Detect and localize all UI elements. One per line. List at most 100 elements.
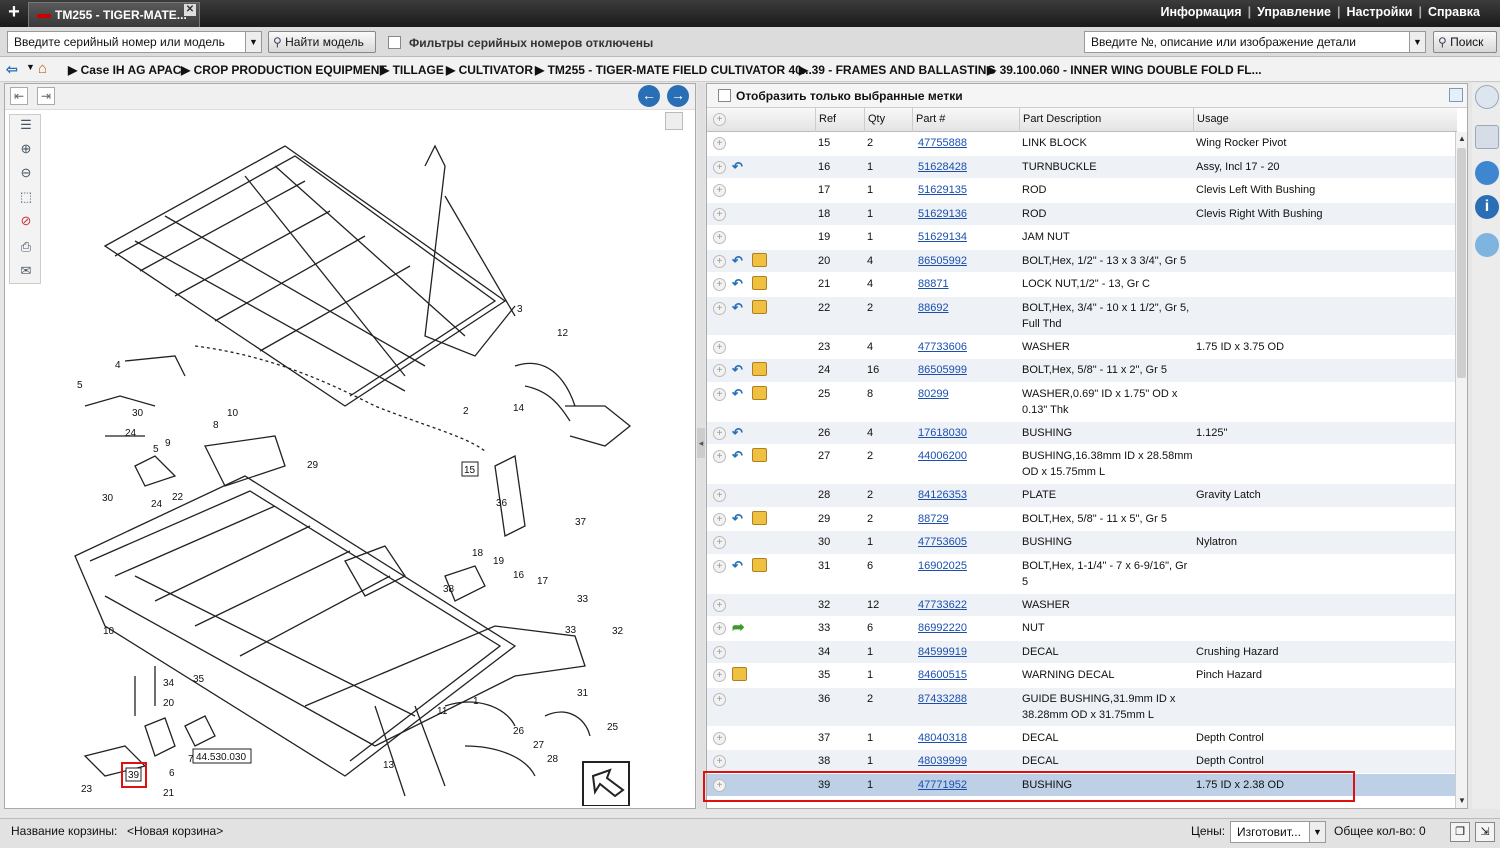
breadcrumb-item[interactable]: ▶ CULTIVATOR: [446, 63, 533, 77]
substitute-arrow-icon[interactable]: ↶: [732, 159, 746, 174]
find-model-button[interactable]: ⚲ Найти модель: [268, 31, 376, 53]
part-number-link[interactable]: 48040318: [918, 732, 967, 744]
close-tab-icon[interactable]: ✕: [184, 4, 196, 16]
collapse-left-icon[interactable]: ⇤: [10, 87, 28, 105]
callout-13[interactable]: 13: [383, 760, 395, 771]
substitute-arrow-icon[interactable]: ↶: [732, 363, 746, 377]
callout-38[interactable]: 38: [443, 584, 455, 595]
part-number-link[interactable]: 51629134: [918, 231, 967, 243]
back-arrow-icon[interactable]: ⇦: [6, 61, 18, 78]
callout-9[interactable]: 9: [165, 438, 171, 449]
add-to-cart-icon[interactable]: +: [713, 450, 726, 463]
substitute-arrow-icon[interactable]: ↶: [732, 425, 746, 440]
table-row[interactable]: +38 1 48039999 DECAL Depth Control: [707, 750, 1455, 774]
callout-32[interactable]: 32: [612, 626, 624, 637]
table-row[interactable]: + ➦ 33 6 86992220 NUT: [707, 617, 1455, 641]
table-row[interactable]: +32 12 47733622 WASHER: [707, 593, 1455, 617]
email-icon[interactable]: ✉: [18, 263, 34, 279]
breadcrumb-item[interactable]: ▶ CROP PRODUCTION EQUIPMENT: [181, 63, 387, 77]
callout-14[interactable]: 14: [513, 403, 525, 414]
home-icon[interactable]: ⌂: [38, 60, 47, 77]
previous-image-icon[interactable]: ←: [638, 85, 660, 107]
globe-icon[interactable]: [1475, 161, 1499, 185]
table-row[interactable]: + ↶ 20 4 86505992 BOLT,Hex, 1/2" - 13 x 3 3/4…: [707, 249, 1455, 273]
callout-33[interactable]: 33: [565, 625, 577, 636]
scroll-down-icon[interactable]: ▼: [1458, 796, 1466, 805]
scroll-up-icon[interactable]: ▲: [1458, 134, 1466, 143]
next-page-arrow-icon[interactable]: [582, 761, 630, 806]
callout-22[interactable]: 22: [172, 492, 184, 503]
expand-right-icon[interactable]: ⇥: [37, 87, 55, 105]
part-number-link[interactable]: 47733622: [918, 599, 967, 611]
callout-31[interactable]: 31: [577, 688, 589, 699]
part-number-link[interactable]: 17618030: [918, 427, 967, 439]
column-qty[interactable]: Qty: [864, 108, 912, 132]
replacement-arrow-icon[interactable]: ➦: [732, 620, 748, 636]
kit-box-icon[interactable]: [752, 385, 767, 400]
add-to-cart-icon[interactable]: +: [713, 731, 726, 745]
cart-name[interactable]: <Новая корзина>: [127, 824, 223, 838]
add-to-cart-icon[interactable]: +: [713, 364, 726, 377]
column-part-number[interactable]: Part #: [912, 108, 1020, 132]
chevron-down-icon[interactable]: ▼: [1309, 822, 1325, 842]
callout-34[interactable]: 34: [163, 678, 175, 689]
cart-window-icon[interactable]: ❐: [1450, 822, 1470, 842]
add-to-cart-icon[interactable]: +: [713, 622, 726, 635]
table-row[interactable]: +28 2 84126353 PLATE Gravity Latch: [707, 484, 1455, 508]
callout-29[interactable]: 29: [307, 460, 319, 471]
callout-18[interactable]: 18: [472, 548, 484, 559]
part-number-link[interactable]: 84599919: [918, 646, 967, 658]
add-to-cart-icon[interactable]: +: [713, 137, 726, 150]
kit-box-icon[interactable]: [752, 448, 767, 462]
kit-box-icon[interactable]: [752, 276, 767, 290]
kit-box-icon[interactable]: [752, 557, 767, 572]
table-row[interactable]: + ↶ 24 16 86505999 BOLT,Hex, 5/8" - 11 x 2", …: [707, 359, 1455, 383]
table-row[interactable]: + ↶ 29 2 88729 BOLT,Hex, 5/8" - 11 x 5", Gr 5: [707, 508, 1455, 531]
table-row[interactable]: +34 1 84599919 DECAL Crushing Hazard: [707, 640, 1455, 664]
callout-35[interactable]: 35: [193, 674, 205, 685]
callout-33[interactable]: 33: [577, 594, 589, 605]
part-number-link[interactable]: 51629136: [918, 208, 967, 220]
breadcrumb-item[interactable]: ▶ Case IH AG APAC: [68, 63, 181, 77]
serial-model-input[interactable]: Введите серийный номер или модель ▼: [7, 31, 262, 53]
part-number-link[interactable]: 47755888: [918, 137, 967, 149]
callout-8[interactable]: 8: [213, 420, 219, 431]
add-to-cart-icon[interactable]: +: [713, 301, 726, 315]
serial-filter-checkbox[interactable]: [388, 36, 401, 49]
menu-settings[interactable]: Настройки: [1340, 5, 1418, 19]
callout-6[interactable]: 6: [169, 768, 175, 779]
menu-help[interactable]: Справка: [1422, 5, 1486, 19]
callout-17[interactable]: 17: [537, 576, 549, 587]
callout-4[interactable]: 4: [115, 360, 121, 371]
table-row[interactable]: + ↶ 25 8 80299 WASHER,0.69" ID x 1.75" OD x 0.…: [707, 383, 1455, 422]
add-to-cart-icon[interactable]: +: [713, 207, 726, 221]
column-ref[interactable]: Ref: [815, 108, 865, 132]
callout-26[interactable]: 26: [513, 726, 525, 737]
add-to-cart-icon[interactable]: +: [713, 184, 726, 197]
part-number-link[interactable]: 88871: [918, 278, 949, 290]
callout-10[interactable]: 10: [227, 408, 239, 419]
tab-active[interactable]: TM255 - TIGER-MATE... ✕: [28, 2, 200, 27]
callout-19[interactable]: 19: [493, 556, 505, 567]
part-number-link[interactable]: 80299: [918, 388, 949, 400]
part-number-link[interactable]: 47753605: [918, 536, 967, 548]
table-row[interactable]: +19 1 51629134 JAM NUT: [707, 226, 1455, 250]
callout-24[interactable]: 24: [125, 428, 137, 439]
add-to-cart-icon[interactable]: +: [713, 426, 726, 440]
chevron-down-icon[interactable]: ▼: [26, 62, 35, 72]
column-chooser-icon[interactable]: [1449, 88, 1463, 102]
add-to-cart-icon[interactable]: +: [713, 387, 726, 401]
table-row[interactable]: +17 1 51629135 ROD Clevis Left With Bushing: [707, 179, 1455, 203]
next-image-icon[interactable]: →: [667, 85, 689, 107]
info-icon[interactable]: i: [1475, 195, 1499, 219]
callout-27[interactable]: 27: [533, 740, 545, 751]
prices-select[interactable]: Изготовит... ▼: [1230, 821, 1326, 843]
splitter-handle-icon[interactable]: ◂: [697, 428, 705, 458]
callout-21[interactable]: 21: [163, 788, 175, 799]
callout-2[interactable]: 2: [463, 406, 469, 417]
substitute-arrow-icon[interactable]: ↶: [732, 449, 746, 463]
substitute-arrow-icon[interactable]: ↶: [732, 558, 746, 573]
substitute-arrow-icon[interactable]: ↶: [732, 277, 746, 291]
callout-20[interactable]: 20: [163, 698, 175, 709]
add-to-cart-icon[interactable]: +: [713, 645, 726, 659]
